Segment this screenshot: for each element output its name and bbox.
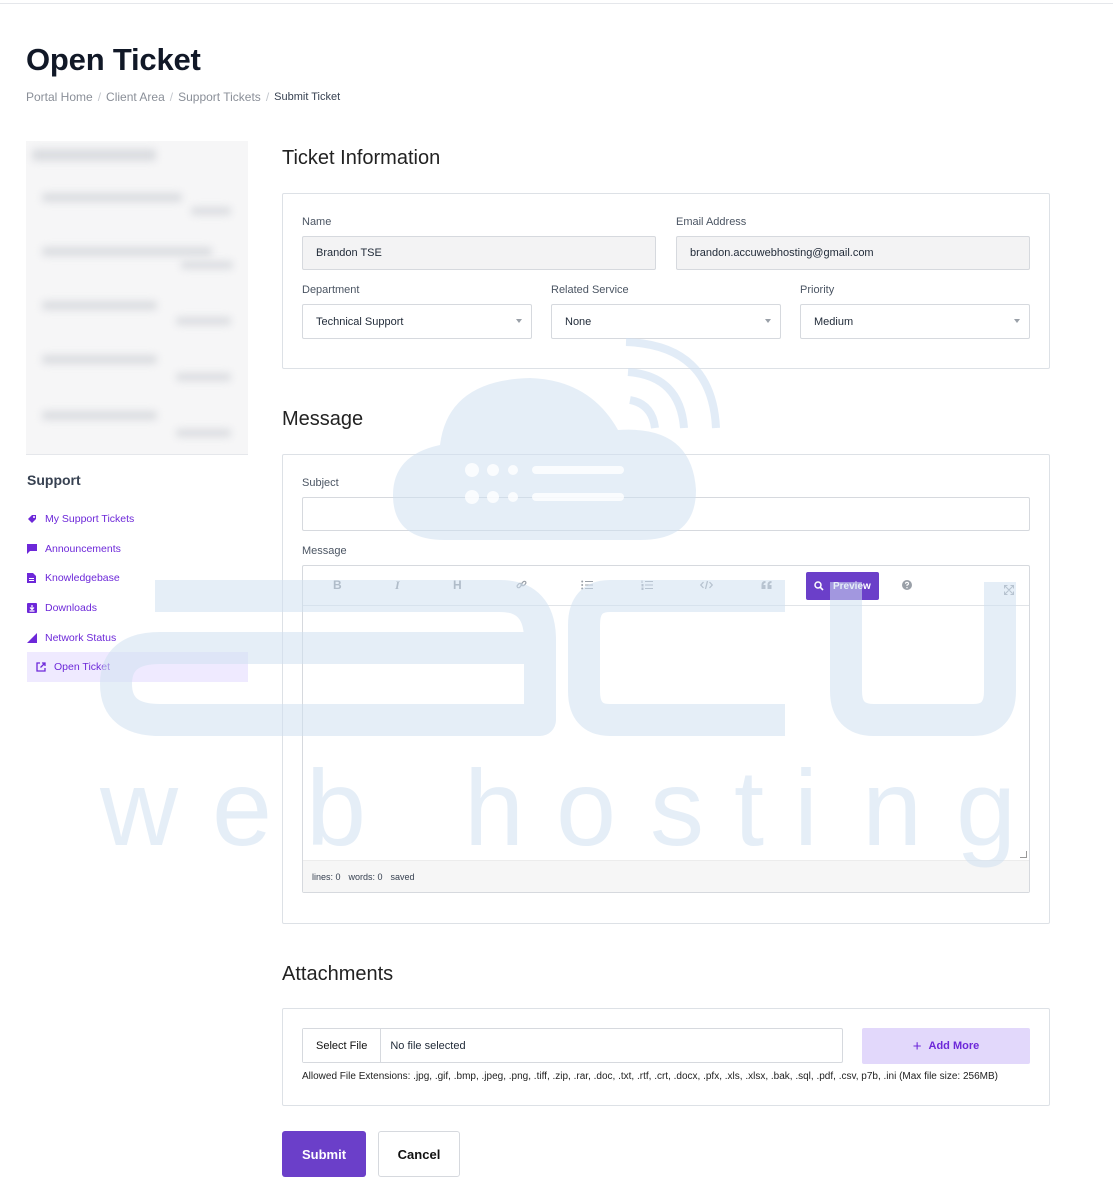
search-icon <box>814 581 824 591</box>
file-name: No file selected <box>390 1039 466 1052</box>
message-editor[interactable]: B I H Preview lines: 0 words: 0 saved <box>302 565 1030 893</box>
unordered-list-icon[interactable] <box>581 579 593 593</box>
priority-label: Priority <box>800 284 835 296</box>
related-service-label: Related Service <box>551 284 629 296</box>
bold-button[interactable]: B <box>333 578 342 592</box>
sidebar-nav: My Support Tickets Announcements Knowled… <box>27 504 248 683</box>
sidebar-item-label: Knowledgebase <box>45 572 120 585</box>
book-icon <box>27 573 45 584</box>
priority-select[interactable]: Medium <box>800 304 1030 339</box>
caret-down-icon <box>765 319 771 323</box>
sidebar-heading: Support <box>27 472 81 488</box>
breadcrumb-separator: / <box>169 90 174 104</box>
breadcrumb-portal-home[interactable]: Portal Home <box>26 90 93 104</box>
blurred-sidebar-panel <box>26 141 248 455</box>
subject-label: Subject <box>302 477 339 489</box>
breadcrumb-client-area[interactable]: Client Area <box>106 90 165 104</box>
signal-icon <box>27 632 45 643</box>
email-label: Email Address <box>676 216 747 228</box>
sidebar-item-label: Open Ticket <box>54 661 111 674</box>
plus-icon: + <box>912 1037 922 1055</box>
breadcrumb-separator: / <box>265 90 270 104</box>
department-label: Department <box>302 284 360 296</box>
department-select[interactable]: Technical Support <box>302 304 532 339</box>
name-field[interactable]: Brandon TSE <box>302 236 656 270</box>
code-icon[interactable] <box>699 579 714 593</box>
preview-label: Preview <box>833 580 871 592</box>
svg-text:w: w <box>99 747 179 868</box>
sidebar-item-label: My Support Tickets <box>45 512 135 525</box>
sidebar-item-downloads[interactable]: Downloads <box>27 593 248 623</box>
breadcrumb-support-tickets[interactable]: Support Tickets <box>178 90 261 104</box>
department-value: Technical Support <box>316 315 404 328</box>
sidebar-item-knowledgebase[interactable]: Knowledgebase <box>27 563 248 593</box>
line-count: lines: 0 <box>312 871 341 882</box>
download-icon <box>27 602 45 613</box>
sidebar-item-label: Announcements <box>45 542 121 555</box>
cancel-button[interactable]: Cancel <box>378 1131 460 1177</box>
ticket-information-title: Ticket Information <box>282 147 441 169</box>
add-more-button[interactable]: + Add More <box>862 1028 1030 1064</box>
name-label: Name <box>302 216 332 228</box>
italic-button[interactable]: I <box>395 578 400 593</box>
resize-handle[interactable] <box>1020 851 1027 858</box>
sidebar-item-label: Downloads <box>45 601 97 614</box>
top-divider <box>0 3 1113 4</box>
external-link-icon <box>36 662 54 673</box>
sidebar-item-label: Network Status <box>45 631 117 644</box>
ordered-list-icon[interactable] <box>641 579 653 593</box>
allowed-extensions-text: Allowed File Extensions: .jpg, .gif, .bm… <box>302 1071 999 1082</box>
quote-icon[interactable] <box>761 579 772 593</box>
breadcrumb-separator: / <box>97 90 102 104</box>
add-more-label: Add More <box>928 1040 980 1052</box>
fullscreen-icon[interactable] <box>1003 584 1015 598</box>
page-title: Open Ticket <box>26 42 201 77</box>
caret-down-icon <box>1014 319 1020 323</box>
sidebar-item-network-status[interactable]: Network Status <box>27 623 248 653</box>
preview-button[interactable]: Preview <box>806 572 879 600</box>
heading-button[interactable]: H <box>453 578 462 592</box>
help-icon[interactable] <box>902 579 912 593</box>
email-field[interactable]: brandon.accuwebhosting@gmail.com <box>676 236 1030 270</box>
ticket-information-card <box>282 193 1050 369</box>
editor-toolbar: B I H Preview <box>303 566 1029 606</box>
save-status: saved <box>390 871 415 882</box>
svg-text:e: e <box>212 747 272 868</box>
breadcrumb: Portal Home / Client Area / Support Tick… <box>26 90 340 104</box>
message-label: Message <box>302 545 347 557</box>
word-count: words: 0 <box>348 871 383 882</box>
select-file-button[interactable]: Select File <box>303 1029 382 1062</box>
submit-button[interactable]: Submit <box>282 1131 366 1177</box>
subject-input[interactable] <box>302 497 1030 531</box>
caret-down-icon <box>516 319 522 323</box>
sidebar-item-open-ticket[interactable]: Open Ticket <box>27 652 248 683</box>
breadcrumb-submit-ticket: Submit Ticket <box>274 91 341 103</box>
related-service-value: None <box>565 315 592 328</box>
sidebar-item-my-support-tickets[interactable]: My Support Tickets <box>27 504 248 534</box>
message-section-title: Message <box>282 408 364 430</box>
ticket-icon <box>27 514 45 524</box>
editor-status-bar: lines: 0 words: 0 saved <box>303 860 1029 892</box>
sidebar-item-announcements[interactable]: Announcements <box>27 534 248 564</box>
link-icon[interactable] <box>516 579 527 593</box>
attachments-title: Attachments <box>282 963 394 985</box>
priority-value: Medium <box>814 315 854 328</box>
related-service-select[interactable]: None <box>551 304 781 339</box>
file-input[interactable]: Select File No file selected <box>302 1028 843 1063</box>
comment-icon <box>27 543 45 554</box>
